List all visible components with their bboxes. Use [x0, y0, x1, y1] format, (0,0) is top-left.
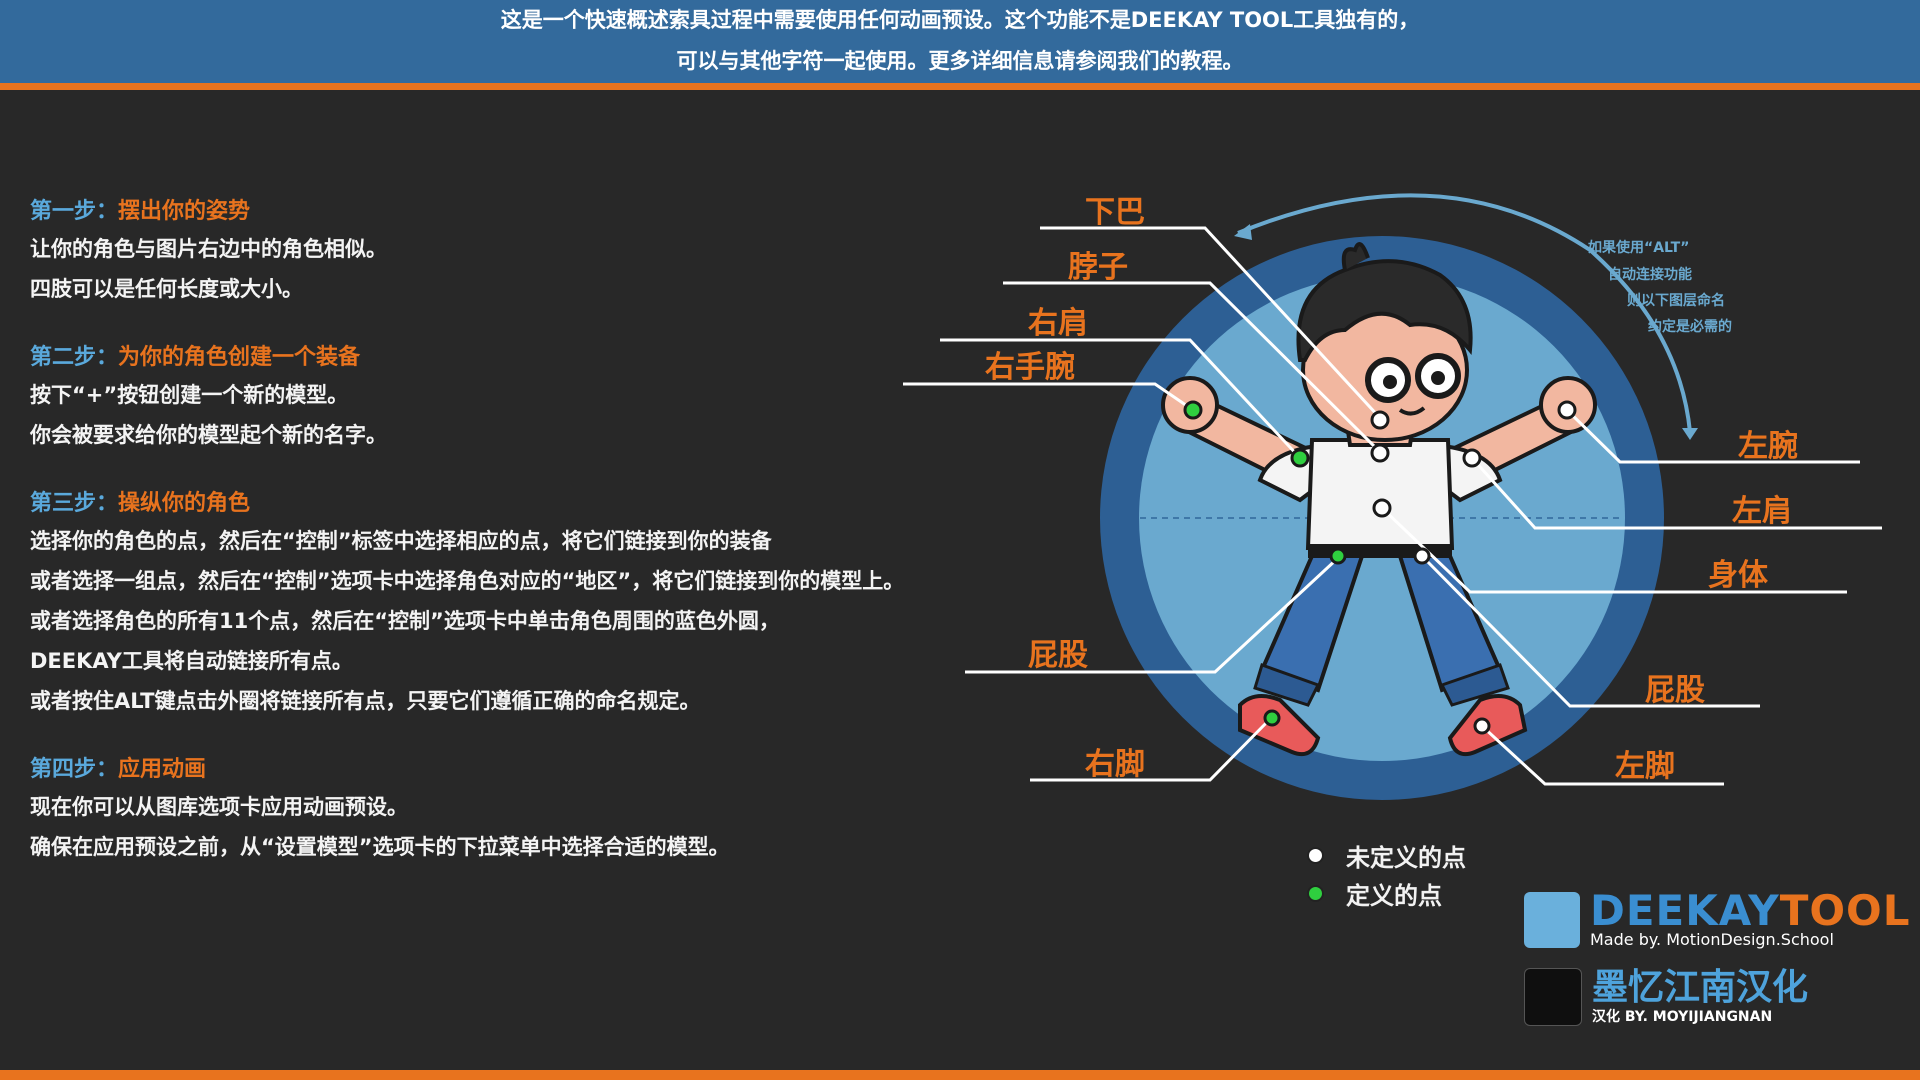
svg-text:则以下图层命名: 则以下图层命名 — [1627, 292, 1725, 309]
deekay-logo: DEEKAYTOOL Made by. MotionDesign.School — [1524, 886, 1911, 949]
legend-defined: 定义的点 — [1307, 874, 1466, 912]
svg-text:自动连接功能: 自动连接功能 — [1608, 266, 1692, 283]
label-chin: 下巴 — [1085, 195, 1145, 230]
label-right-wrist: 右手腕 — [985, 350, 1075, 385]
label-left-wrist: 左腕 — [1738, 429, 1798, 464]
label-right-shoulder: 右肩 — [1028, 306, 1088, 341]
translator-name: 墨忆江南汉化 — [1592, 967, 1809, 1008]
arc-arrowhead-left — [1234, 224, 1252, 240]
translator-sub: 汉化 BY. MOYIJIANGNAN — [1592, 1009, 1773, 1025]
point-left-foot[interactable] — [1473, 717, 1491, 735]
label-right-foot: 右脚 — [1085, 747, 1145, 782]
label-right-hip: 屁股 — [1028, 638, 1088, 673]
point-left-wrist[interactable] — [1557, 400, 1577, 420]
label-left-hip: 屁股 — [1645, 673, 1705, 708]
label-neck: 脖子 — [1068, 250, 1128, 285]
point-chin[interactable] — [1370, 410, 1390, 430]
arc-arrowhead-right — [1682, 428, 1698, 440]
label-body: 身体 — [1708, 558, 1769, 593]
brand-name: DEEKAYTOOL — [1590, 886, 1911, 935]
ink-seal-icon — [1524, 968, 1582, 1026]
legend: 未定义的点 定义的点 — [1307, 836, 1466, 912]
label-left-foot: 左脚 — [1615, 749, 1675, 784]
green-dot-icon — [1307, 884, 1324, 902]
svg-text:约定是必需的: 约定是必需的 — [1648, 318, 1732, 335]
legend-undefined: 未定义的点 — [1307, 836, 1466, 874]
alt-note: 如果使用“ALT” 自动连接功能 则以下图层命名 约定是必需的 — [1588, 239, 1732, 335]
point-left-hip[interactable] — [1413, 547, 1431, 565]
label-left-shoulder: 左肩 — [1732, 494, 1792, 529]
point-body[interactable] — [1372, 498, 1392, 518]
white-dot-icon — [1307, 846, 1324, 864]
point-right-foot[interactable] — [1263, 709, 1281, 727]
bottom-bar — [0, 1070, 1920, 1080]
point-right-hip[interactable] — [1329, 547, 1347, 565]
point-left-shoulder[interactable] — [1462, 448, 1482, 468]
svg-text:如果使用“ALT”: 如果使用“ALT” — [1588, 239, 1689, 256]
point-right-wrist[interactable] — [1183, 400, 1203, 420]
point-right-shoulder[interactable] — [1290, 448, 1310, 468]
character-avatar-icon — [1524, 892, 1580, 948]
point-neck[interactable] — [1370, 443, 1390, 463]
translator-logo: 墨忆江南汉化 汉化 BY. MOYIJIANGNAN — [1524, 968, 1808, 1026]
